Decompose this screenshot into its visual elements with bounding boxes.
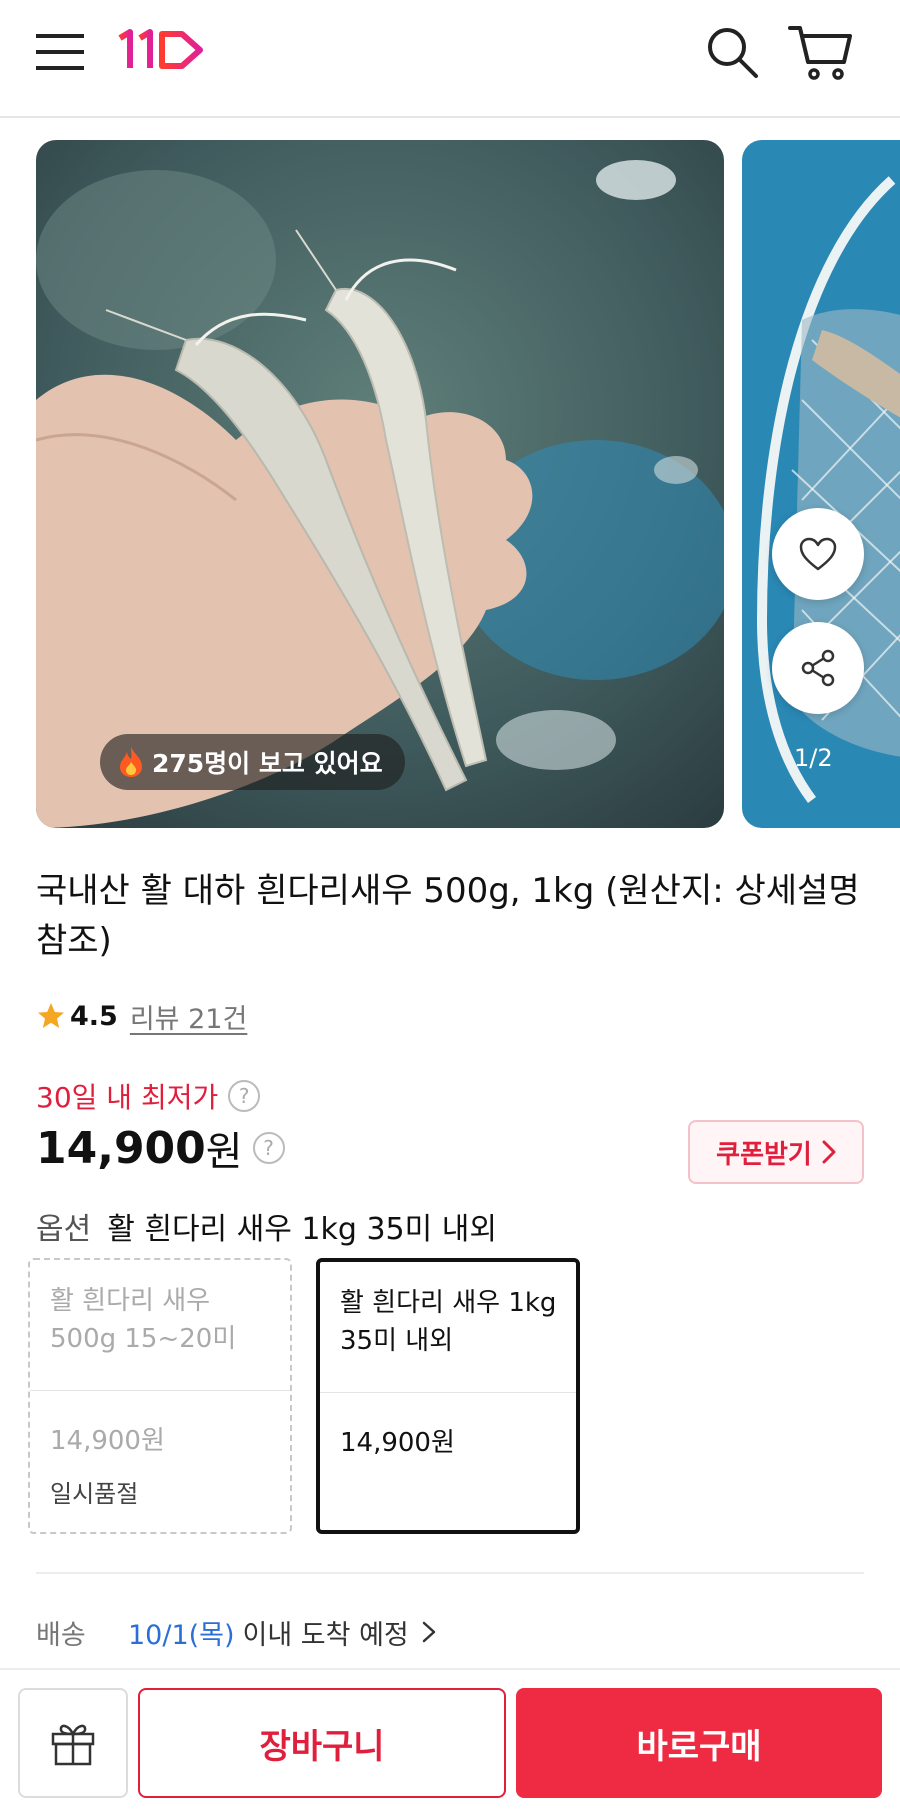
- chevron-right-icon: [822, 1140, 836, 1164]
- coupon-button[interactable]: 쿠폰받기: [688, 1120, 864, 1184]
- top-header: [0, 0, 900, 118]
- option-name: 활 흰다리 새우 1kg 35미 내외: [340, 1288, 557, 1356]
- chevron-right-icon: [422, 1621, 436, 1643]
- bottom-action-bar: 장바구니 바로구매: [0, 1668, 900, 1816]
- hamburger-menu-icon[interactable]: [36, 30, 84, 74]
- option-price: 14,900원: [50, 1426, 165, 1456]
- image-page-indicator: 1/2: [794, 744, 833, 772]
- selected-option-row: 옵션 활 흰다리 새우 1kg 35미 내외: [36, 1204, 497, 1248]
- product-photo-shrimp-in-net[interactable]: [742, 140, 900, 828]
- rating-row: 4.5 리뷰 21건: [36, 994, 247, 1038]
- viewer-count-text: 275명이 보고 있어요: [152, 749, 383, 778]
- help-icon[interactable]: ?: [228, 1080, 261, 1112]
- cart-icon[interactable]: [788, 22, 854, 82]
- product-image-gallery[interactable]: 275명이 보고 있어요 1/2: [0, 140, 900, 828]
- price-help-icon[interactable]: ?: [252, 1132, 285, 1164]
- delivery-text: 이내 도착 예정: [242, 1619, 409, 1651]
- 11st-logo[interactable]: [116, 28, 206, 72]
- price-row: 14,900 원 ?: [36, 1118, 285, 1178]
- option-status: 일시품절: [50, 1480, 139, 1508]
- buy-now-button[interactable]: 바로구매: [516, 1688, 882, 1798]
- search-icon[interactable]: [704, 24, 760, 80]
- option-price: 14,900원: [340, 1428, 455, 1458]
- share-icon: [801, 649, 835, 687]
- option-card-selected[interactable]: 활 흰다리 새우 1kg 35미 내외 14,900원: [316, 1258, 580, 1534]
- delivery-row[interactable]: 배송 10/1(목) 이내 도착 예정: [36, 1608, 437, 1656]
- delivery-label: 배송: [36, 1619, 86, 1651]
- lowest-price-text: 30일 내 최저가: [36, 1081, 219, 1114]
- price-value: 14,900: [36, 1122, 206, 1174]
- option-divider: [320, 1392, 576, 1393]
- product-title: 국내산 활 대하 흰다리새우 500g, 1kg (원산지: 상세설명 참조): [36, 871, 860, 961]
- lowest-price-label: 30일 내 최저가 ?: [36, 1074, 261, 1118]
- live-viewers-badge: 275명이 보고 있어요: [100, 734, 405, 790]
- selected-option-text: 활 흰다리 새우 1kg 35미 내외: [107, 1212, 497, 1247]
- product-photo-shrimp-in-hand[interactable]: 275명이 보고 있어요: [36, 140, 724, 828]
- coupon-label: 쿠폰받기: [716, 1139, 812, 1170]
- price-unit: 원: [205, 1129, 243, 1175]
- option-name: 활 흰다리 새우 500g 15~20미: [50, 1286, 237, 1354]
- like-button[interactable]: [772, 508, 864, 600]
- option-label: 옵션: [36, 1212, 92, 1247]
- heart-icon: [799, 537, 837, 571]
- delivery-date: 10/1(목): [128, 1619, 235, 1651]
- review-count-link[interactable]: 리뷰 21건: [130, 997, 247, 1036]
- share-button[interactable]: [772, 622, 864, 714]
- add-to-cart-button[interactable]: 장바구니: [138, 1688, 506, 1798]
- rating-score: 4.5: [70, 1000, 118, 1032]
- gift-button[interactable]: [18, 1688, 128, 1798]
- option-card-sold-out[interactable]: 활 흰다리 새우 500g 15~20미 14,900원 일시품절: [28, 1258, 292, 1534]
- section-divider: [36, 1572, 864, 1574]
- gift-icon: [51, 1724, 95, 1766]
- fire-icon: [118, 746, 144, 778]
- star-icon: [36, 1001, 66, 1031]
- option-divider: [30, 1390, 290, 1391]
